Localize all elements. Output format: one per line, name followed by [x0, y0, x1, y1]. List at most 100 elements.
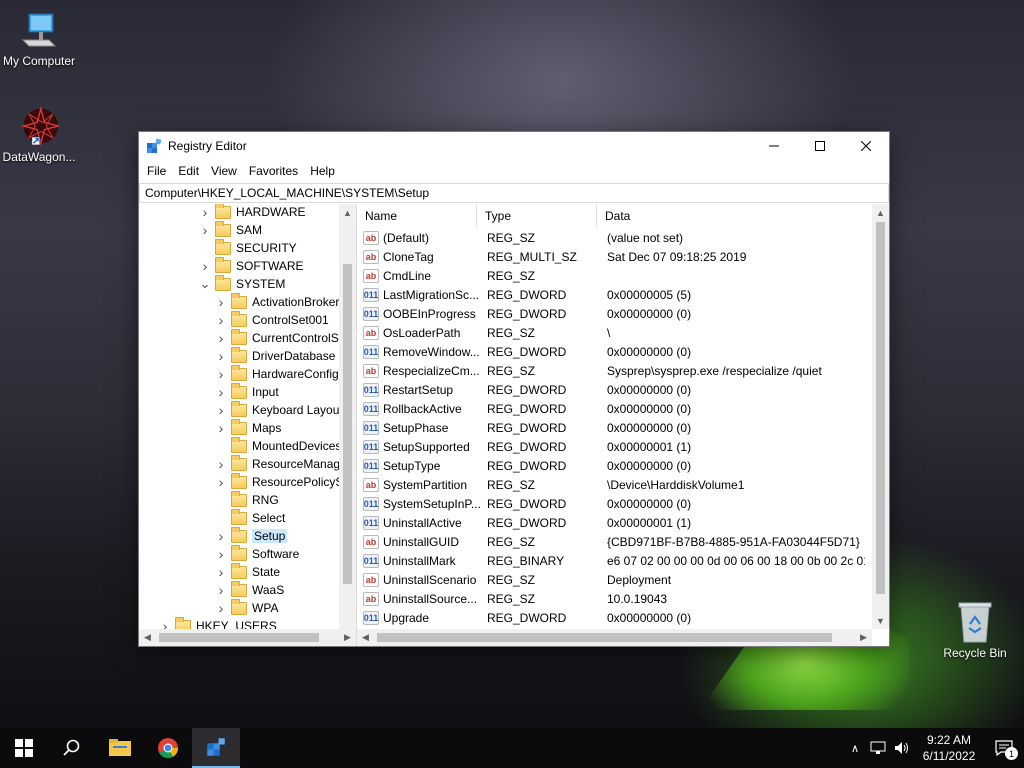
value-row[interactable]: 011 LastMigrationSc... REG_DWORD 0x00000005… — [357, 285, 865, 304]
registry-editor-taskbar-button[interactable] — [192, 728, 240, 768]
value-row[interactable]: ab (Default) REG_SZ (value not set) — [357, 228, 865, 247]
tree-node[interactable]: › State — [215, 562, 280, 581]
chevron-right-icon[interactable]: › — [215, 366, 227, 382]
menu-help[interactable]: Help — [304, 164, 341, 178]
value-row[interactable]: 011 RemoveWindow... REG_DWORD 0x00000000 (0… — [357, 342, 865, 361]
chevron-right-icon[interactable]: › — [215, 330, 227, 346]
value-row[interactable]: 011 Upgrade REG_DWORD 0x00000000 (0) — [357, 608, 865, 627]
tree-node[interactable]: › Maps — [215, 418, 281, 437]
chevron-right-icon[interactable]: › — [215, 564, 227, 580]
scroll-up-icon[interactable]: ▲ — [339, 204, 356, 221]
value-row[interactable]: ab UninstallScenario REG_SZ Deployment — [357, 570, 865, 589]
scroll-thumb[interactable] — [377, 633, 832, 642]
scroll-right-icon[interactable]: ▶ — [339, 629, 356, 646]
chevron-right-icon[interactable]: › — [199, 204, 211, 220]
value-row[interactable]: 011 SystemSetupInP... REG_DWORD 0x00000000 … — [357, 494, 865, 513]
chevron-right-icon[interactable]: › — [215, 384, 227, 400]
tree-node[interactable]: › Setup — [215, 526, 288, 545]
network-icon[interactable] — [866, 741, 890, 755]
menu-favorites[interactable]: Favorites — [243, 164, 304, 178]
notification-button[interactable]: 1 — [984, 728, 1024, 768]
tree-node[interactable]: › ResourcePolicyStore — [215, 472, 356, 491]
value-row[interactable]: 011 UninstallMark REG_BINARY e6 07 02 00 00… — [357, 551, 865, 570]
tree-node[interactable]: › WPA — [215, 598, 278, 617]
value-row[interactable]: 011 RestartSetup REG_DWORD 0x00000000 (0) — [357, 380, 865, 399]
minimize-button[interactable] — [751, 132, 797, 160]
tree-node[interactable]: › WaaS — [215, 580, 284, 599]
value-row[interactable]: 011 SetupSupported REG_DWORD 0x00000001 (1) — [357, 437, 865, 456]
chevron-right-icon[interactable]: › — [215, 582, 227, 598]
scroll-left-icon[interactable]: ◀ — [139, 629, 156, 646]
value-row[interactable]: 011 UninstallActive REG_DWORD 0x00000001 (1… — [357, 513, 865, 532]
chrome-button[interactable] — [144, 728, 192, 768]
tree-node[interactable]: › ResourceManager — [215, 454, 351, 473]
tree-node[interactable]: ⌄ SYSTEM — [199, 274, 285, 293]
list-horizontal-scrollbar[interactable]: ◀ ▶ — [357, 629, 872, 646]
tree-node[interactable]: › SOFTWARE — [199, 256, 304, 275]
tree-horizontal-scrollbar[interactable]: ◀ ▶ — [139, 629, 356, 646]
value-row[interactable]: 011 SetupPhase REG_DWORD 0x00000000 (0) — [357, 418, 865, 437]
chevron-right-icon[interactable]: › — [215, 546, 227, 562]
close-button[interactable] — [843, 132, 889, 160]
search-button[interactable] — [48, 728, 96, 768]
scroll-down-icon[interactable]: ▼ — [872, 612, 889, 629]
address-bar[interactable]: Computer\HKEY_LOCAL_MACHINE\SYSTEM\Setup — [139, 183, 889, 203]
title-bar[interactable]: Registry Editor — [139, 132, 889, 160]
chevron-right-icon[interactable]: › — [215, 402, 227, 418]
tree-vertical-scrollbar[interactable]: ▲ — [339, 204, 356, 629]
desktop-icon-recycle-bin[interactable]: Recycle Bin — [936, 602, 1014, 660]
value-row[interactable]: ab UninstallSource... REG_SZ 10.0.19043 — [357, 589, 865, 608]
chevron-right-icon[interactable]: › — [215, 600, 227, 616]
value-row[interactable]: 011 OOBEInProgress REG_DWORD 0x00000000 (0) — [357, 304, 865, 323]
tree-node[interactable]: › ActivationBroker — [215, 292, 339, 311]
tree-node[interactable]: SECURITY — [199, 238, 297, 257]
value-row[interactable]: ab SystemPartition REG_SZ \Device\HarddiskV… — [357, 475, 865, 494]
chevron-right-icon[interactable]: › — [215, 528, 227, 544]
list-vertical-scrollbar[interactable]: ▲ ▼ — [872, 204, 889, 629]
scroll-right-icon[interactable]: ▶ — [855, 629, 872, 646]
menu-view[interactable]: View — [205, 164, 243, 178]
menu-edit[interactable]: Edit — [172, 164, 205, 178]
chevron-right-icon[interactable]: › — [215, 456, 227, 472]
chevron-right-icon[interactable]: › — [215, 474, 227, 490]
file-explorer-button[interactable] — [96, 728, 144, 768]
tree-node[interactable]: › ControlSet001 — [215, 310, 329, 329]
clock[interactable]: 9:22 AM 6/11/2022 — [914, 732, 984, 764]
scroll-thumb[interactable] — [159, 633, 319, 642]
tree-node[interactable]: › SAM — [199, 220, 262, 239]
value-row[interactable]: 011 RollbackActive REG_DWORD 0x00000000 (0) — [357, 399, 865, 418]
tree-node[interactable]: Select — [215, 508, 285, 527]
scroll-thumb[interactable] — [343, 264, 352, 584]
tree-node[interactable]: › Input — [215, 382, 279, 401]
chevron-down-icon[interactable]: ⌄ — [199, 276, 211, 291]
column-header-name[interactable]: Name — [357, 204, 477, 228]
desktop-icon-my-computer[interactable]: My Computer — [0, 10, 78, 68]
column-header-type[interactable]: Type — [477, 204, 597, 228]
start-button[interactable] — [0, 728, 48, 768]
chevron-right-icon[interactable]: › — [199, 258, 211, 274]
tree-node[interactable]: › CurrentControlSet — [215, 328, 349, 347]
chevron-right-icon[interactable]: › — [215, 312, 227, 328]
chevron-right-icon[interactable]: › — [199, 222, 211, 238]
menu-file[interactable]: File — [141, 164, 172, 178]
scroll-up-icon[interactable]: ▲ — [872, 204, 889, 221]
column-header-data[interactable]: Data — [597, 204, 871, 228]
value-row[interactable]: ab CmdLine REG_SZ — [357, 266, 865, 285]
value-row[interactable]: ab OsLoaderPath REG_SZ \ — [357, 323, 865, 342]
tree-node[interactable]: › DriverDatabase — [215, 346, 335, 365]
desktop-icon-datawagon[interactable]: DataWagon... — [0, 106, 78, 164]
value-row[interactable]: ab UninstallGUID REG_SZ {CBD971BF-B7B8-4885… — [357, 532, 865, 551]
scroll-thumb[interactable] — [876, 222, 885, 594]
tree-node[interactable]: › Keyboard Layout — [215, 400, 343, 419]
tree-node[interactable]: MountedDevices — [215, 436, 341, 455]
value-row[interactable]: ab CloneTag REG_MULTI_SZ Sat Dec 07 09:18:2… — [357, 247, 865, 266]
value-row[interactable]: ab RespecializeCm... REG_SZ Sysprep\sysprep… — [357, 361, 865, 380]
chevron-right-icon[interactable]: › — [215, 294, 227, 310]
chevron-up-icon[interactable]: ∧ — [844, 742, 866, 755]
volume-icon[interactable] — [890, 741, 914, 755]
chevron-right-icon[interactable]: › — [215, 420, 227, 436]
tree-node[interactable]: › Software — [215, 544, 299, 563]
scroll-left-icon[interactable]: ◀ — [357, 629, 374, 646]
maximize-button[interactable] — [797, 132, 843, 160]
value-row[interactable]: 011 SetupType REG_DWORD 0x00000000 (0) — [357, 456, 865, 475]
